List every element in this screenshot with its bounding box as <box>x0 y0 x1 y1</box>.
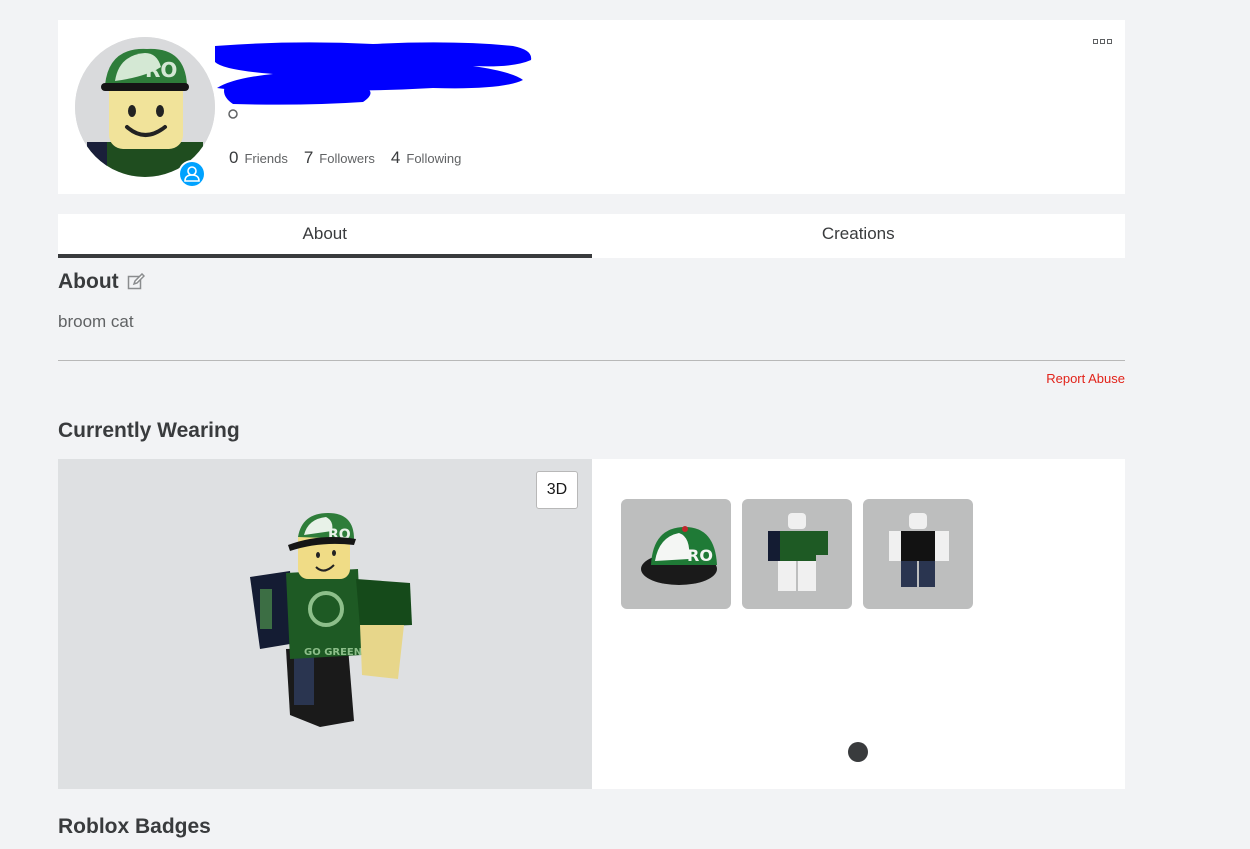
online-status-badge <box>178 160 206 188</box>
about-heading: About <box>58 270 145 294</box>
svg-text:GO GREEN!: GO GREEN! <box>304 647 367 658</box>
report-abuse-link[interactable]: Report Abuse <box>1046 371 1125 386</box>
carousel-page-dot[interactable] <box>848 742 868 762</box>
pants-item-icon[interactable] <box>863 499 973 609</box>
user-icon <box>184 166 200 182</box>
roblox-badges-title: Roblox Badges <box>58 815 211 838</box>
about-description: broom cat <box>58 312 134 331</box>
svg-text:RO: RO <box>687 546 713 565</box>
wearing-items-panel: RO <box>592 459 1125 789</box>
profile-stats: 0 Friends 7 Followers 4 Following <box>229 148 461 168</box>
more-options-icon[interactable] <box>1093 39 1112 44</box>
profile-tabs: About Creations <box>58 214 1125 258</box>
following-count: 4 <box>390 148 401 167</box>
followers-stat[interactable]: 7 Followers <box>304 148 375 168</box>
avatar[interactable]: RO <box>75 37 215 188</box>
svg-text:RO: RO <box>145 58 177 82</box>
cap-item-icon[interactable]: RO <box>621 499 731 609</box>
about-divider <box>58 360 1125 361</box>
friends-count: 0 <box>229 148 239 167</box>
edit-icon[interactable] <box>127 273 145 291</box>
about-title: About <box>58 270 119 293</box>
avatar-headshot-image: RO <box>75 37 215 177</box>
followers-label: Followers <box>319 151 375 166</box>
avatar-3d-viewer[interactable]: GO GREEN! RO 3D <box>58 459 592 789</box>
following-label: Following <box>406 151 462 166</box>
following-stat[interactable]: 4 Following <box>391 148 461 168</box>
profile-page: RO 0 Friends 7 Followers 4 Following Abo… <box>0 0 1250 849</box>
currently-wearing-title: Currently Wearing <box>58 419 240 442</box>
profile-header-card: RO 0 Friends 7 Followers 4 Following <box>58 20 1125 194</box>
tab-about[interactable]: About <box>58 214 592 258</box>
friends-stat[interactable]: 0 Friends <box>229 148 288 168</box>
redacted-username <box>215 42 532 119</box>
followers-count: 7 <box>303 148 314 167</box>
avatar-figure-image: GO GREEN! RO <box>250 513 412 727</box>
shirt-item-icon[interactable] <box>742 499 852 609</box>
friends-label: Friends <box>244 151 288 166</box>
tab-creations[interactable]: Creations <box>592 214 1126 258</box>
3d-toggle-button[interactable]: 3D <box>536 471 578 509</box>
